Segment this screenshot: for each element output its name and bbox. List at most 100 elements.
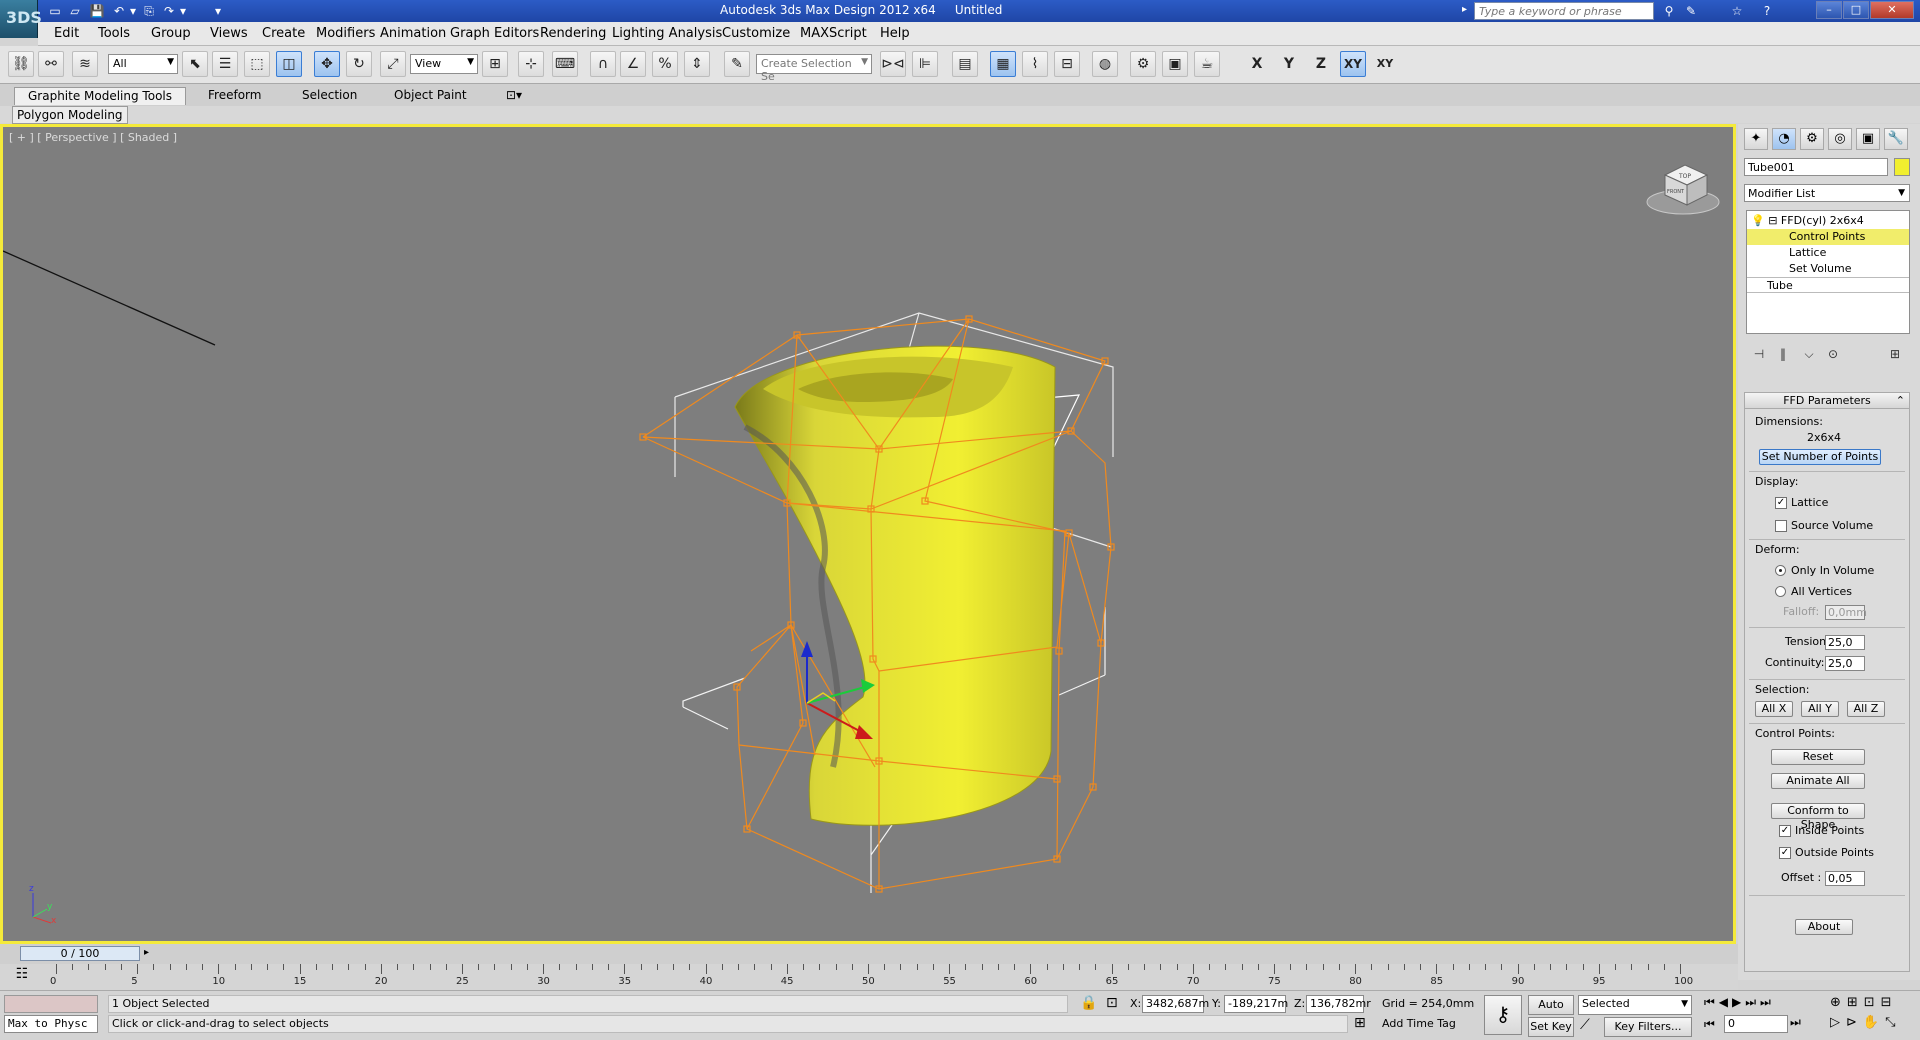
remove-modifier-icon[interactable]: ⊙ [1822, 344, 1844, 364]
tab-freeform[interactable]: Freeform [200, 87, 269, 105]
axis-y-button[interactable]: Y [1276, 51, 1302, 77]
redo-dropdown-icon[interactable]: ▾ [178, 2, 188, 20]
unlink-icon[interactable]: ⚯ [38, 51, 64, 77]
object-color-swatch[interactable] [1894, 158, 1910, 176]
hold-icon[interactable]: ⎘ [140, 2, 158, 20]
menu-group[interactable]: Group [151, 26, 191, 41]
hierarchy-panel-icon[interactable]: ⚙ [1800, 128, 1824, 150]
continuity-spinner[interactable]: 25,0 [1825, 656, 1865, 671]
playback-controls[interactable]: ⏮◀▶⏭⏭ [1704, 995, 1775, 1010]
make-unique-icon[interactable]: ⌵ [1798, 344, 1820, 364]
tension-spinner[interactable]: 25,0 [1825, 635, 1865, 650]
rendered-frame-window-icon[interactable]: ▣ [1162, 51, 1188, 77]
keyword-search-input[interactable]: Type a keyword or phrase [1474, 2, 1654, 20]
curve-editor-icon[interactable]: ⌇ [1022, 51, 1048, 77]
tab-graphite-modeling-tools[interactable]: Graphite Modeling Tools [14, 87, 186, 105]
axis-xy-cycle-button[interactable]: XY [1372, 51, 1398, 77]
maxscript-listener-pink[interactable] [4, 995, 98, 1013]
track-bar[interactable]: ☷ 0 5 10 15 20 25 30 35 40 45 50 55 60 65 70 75 80 85 90 95… [0, 964, 1738, 990]
menu-edit[interactable]: Edit [54, 26, 79, 41]
set-key-button[interactable]: Set Key [1528, 1017, 1574, 1037]
render-setup-icon[interactable]: ⚙ [1130, 51, 1156, 77]
select-and-manipulate-icon[interactable]: ⊹ [518, 51, 544, 77]
favorites-star-icon[interactable]: ☆ [1728, 2, 1746, 20]
configure-modifier-sets-icon[interactable]: ⊞ [1884, 344, 1906, 364]
mini-curve-editor-icon[interactable]: ☷ [4, 966, 40, 988]
menu-create[interactable]: Create [262, 26, 305, 41]
menu-rendering[interactable]: Rendering [540, 26, 606, 41]
maxscript-mini-listener[interactable]: Max to Physc [4, 1015, 98, 1033]
menu-modifiers[interactable]: Modifiers [316, 26, 375, 41]
stack-item-lattice[interactable]: Lattice [1747, 245, 1909, 261]
stack-item-ffd[interactable]: 💡 ⊟ FFD(cyl) 2x6x4 [1747, 213, 1909, 229]
angle-snap-icon[interactable]: ∠ [620, 51, 646, 77]
time-tag-icon[interactable]: ⊞ [1354, 1015, 1366, 1031]
select-by-name-icon[interactable]: ☰ [212, 51, 238, 77]
tab-selection[interactable]: Selection [294, 87, 365, 105]
falloff-spinner[interactable]: 0,0mm [1825, 605, 1867, 620]
z-coord-field[interactable]: 136,782mr [1306, 995, 1371, 1013]
keyboard-shortcut-override-icon[interactable]: ⌨ [552, 51, 578, 77]
polygon-modeling-panel[interactable]: Polygon Modeling [12, 106, 128, 124]
search-expand-icon[interactable]: ▸ [1462, 4, 1467, 15]
menu-views[interactable]: Views [210, 26, 248, 41]
axis-xy-button[interactable]: XY [1340, 51, 1366, 77]
close-button[interactable]: ✕ [1870, 1, 1914, 19]
pin-stack-icon[interactable]: ⊣ [1748, 344, 1770, 364]
binoculars-icon[interactable]: ⚲ [1660, 2, 1678, 20]
add-time-tag-button[interactable]: Add Time Tag [1382, 1017, 1456, 1030]
axis-x-button[interactable]: X [1244, 51, 1270, 77]
source-volume-checkbox[interactable] [1775, 520, 1787, 532]
stack-item-tube[interactable]: Tube [1747, 277, 1909, 293]
named-selection-set-dropdown[interactable]: Create Selection Se ▼ [756, 54, 872, 83]
material-editor-icon[interactable]: ◍ [1092, 51, 1118, 77]
y-coord-field[interactable]: -189,217m [1224, 995, 1288, 1013]
motion-panel-icon[interactable]: ◎ [1828, 128, 1852, 150]
time-configuration-icon[interactable]: ⏭ [1790, 1015, 1801, 1030]
menu-maxscript[interactable]: MAXScript [800, 26, 867, 41]
selection-lock-icon[interactable]: 🔒 [1080, 995, 1097, 1011]
reset-button[interactable]: Reset [1771, 749, 1865, 765]
collapse-icon[interactable]: ⊟ [1768, 214, 1777, 227]
select-and-move-icon[interactable]: ✥ [314, 51, 340, 77]
lattice-checkbox[interactable]: ✓ [1775, 497, 1787, 509]
stack-item-set-volume[interactable]: Set Volume [1747, 261, 1909, 277]
viewport-navigation-controls-2[interactable]: ▷⊳✋⤡ [1830, 1015, 1901, 1030]
edit-named-selection-icon[interactable]: ✎ [724, 51, 750, 77]
next-frame-arrow-icon[interactable]: ▸ [144, 947, 149, 958]
outside-points-checkbox[interactable]: ✓ [1779, 847, 1791, 859]
undo-icon[interactable]: ↶ [110, 2, 128, 20]
layer-manager-icon[interactable]: ▤ [952, 51, 978, 77]
show-end-result-icon[interactable]: ‖ [1772, 344, 1794, 364]
key-selection-dropdown[interactable]: Selected ▼ [1578, 995, 1692, 1015]
save-icon[interactable]: 💾 [88, 2, 106, 20]
all-y-button[interactable]: All Y [1801, 701, 1839, 717]
auto-key-button[interactable]: Auto Key [1528, 995, 1574, 1029]
render-production-icon[interactable]: ☕ [1194, 51, 1220, 77]
select-and-rotate-icon[interactable]: ↻ [346, 51, 372, 77]
graphite-toggle-icon[interactable]: ▦ [990, 51, 1016, 77]
set-key-mode-icon[interactable]: ⚷ [1484, 995, 1522, 1035]
perspective-viewport[interactable]: [ + ] [ Perspective ] [ Shaded ] TOP FRO… [0, 124, 1736, 944]
open-file-icon[interactable]: ▱ [66, 2, 84, 20]
current-frame-field[interactable]: 0 [1724, 1015, 1788, 1033]
lightbulb-icon[interactable]: 💡 [1751, 214, 1765, 227]
all-x-button[interactable]: All X [1755, 701, 1793, 717]
viewport-navigation-controls[interactable]: ⊕⊞⊡⊟ [1830, 995, 1898, 1010]
conform-to-shape-button[interactable]: Conform to Shape [1771, 803, 1865, 831]
pivot-center-icon[interactable]: ⊞ [482, 51, 508, 77]
help-icon[interactable]: ? [1758, 2, 1776, 20]
absolute-mode-icon[interactable]: ⊡ [1106, 995, 1118, 1011]
reference-coordinate-dropdown[interactable]: View ▼ [410, 54, 478, 74]
tube-object[interactable] [734, 345, 1056, 826]
menu-help[interactable]: Help [880, 26, 910, 41]
quick-access-menu-icon[interactable]: ▾ [212, 2, 224, 20]
menu-graph-editors[interactable]: Graph Editors [450, 26, 539, 41]
inside-points-checkbox[interactable]: ✓ [1779, 825, 1791, 837]
stack-item-control-points[interactable]: Control Points [1747, 229, 1909, 245]
window-crossing-icon[interactable]: ◫ [276, 51, 302, 77]
menu-customize[interactable]: Customize [722, 26, 790, 41]
key-mode-toggle-icon[interactable]: ⏮ [1704, 1017, 1715, 1032]
modify-panel-icon[interactable]: ◔ [1772, 128, 1796, 150]
rectangular-selection-icon[interactable]: ⬚ [244, 51, 270, 77]
